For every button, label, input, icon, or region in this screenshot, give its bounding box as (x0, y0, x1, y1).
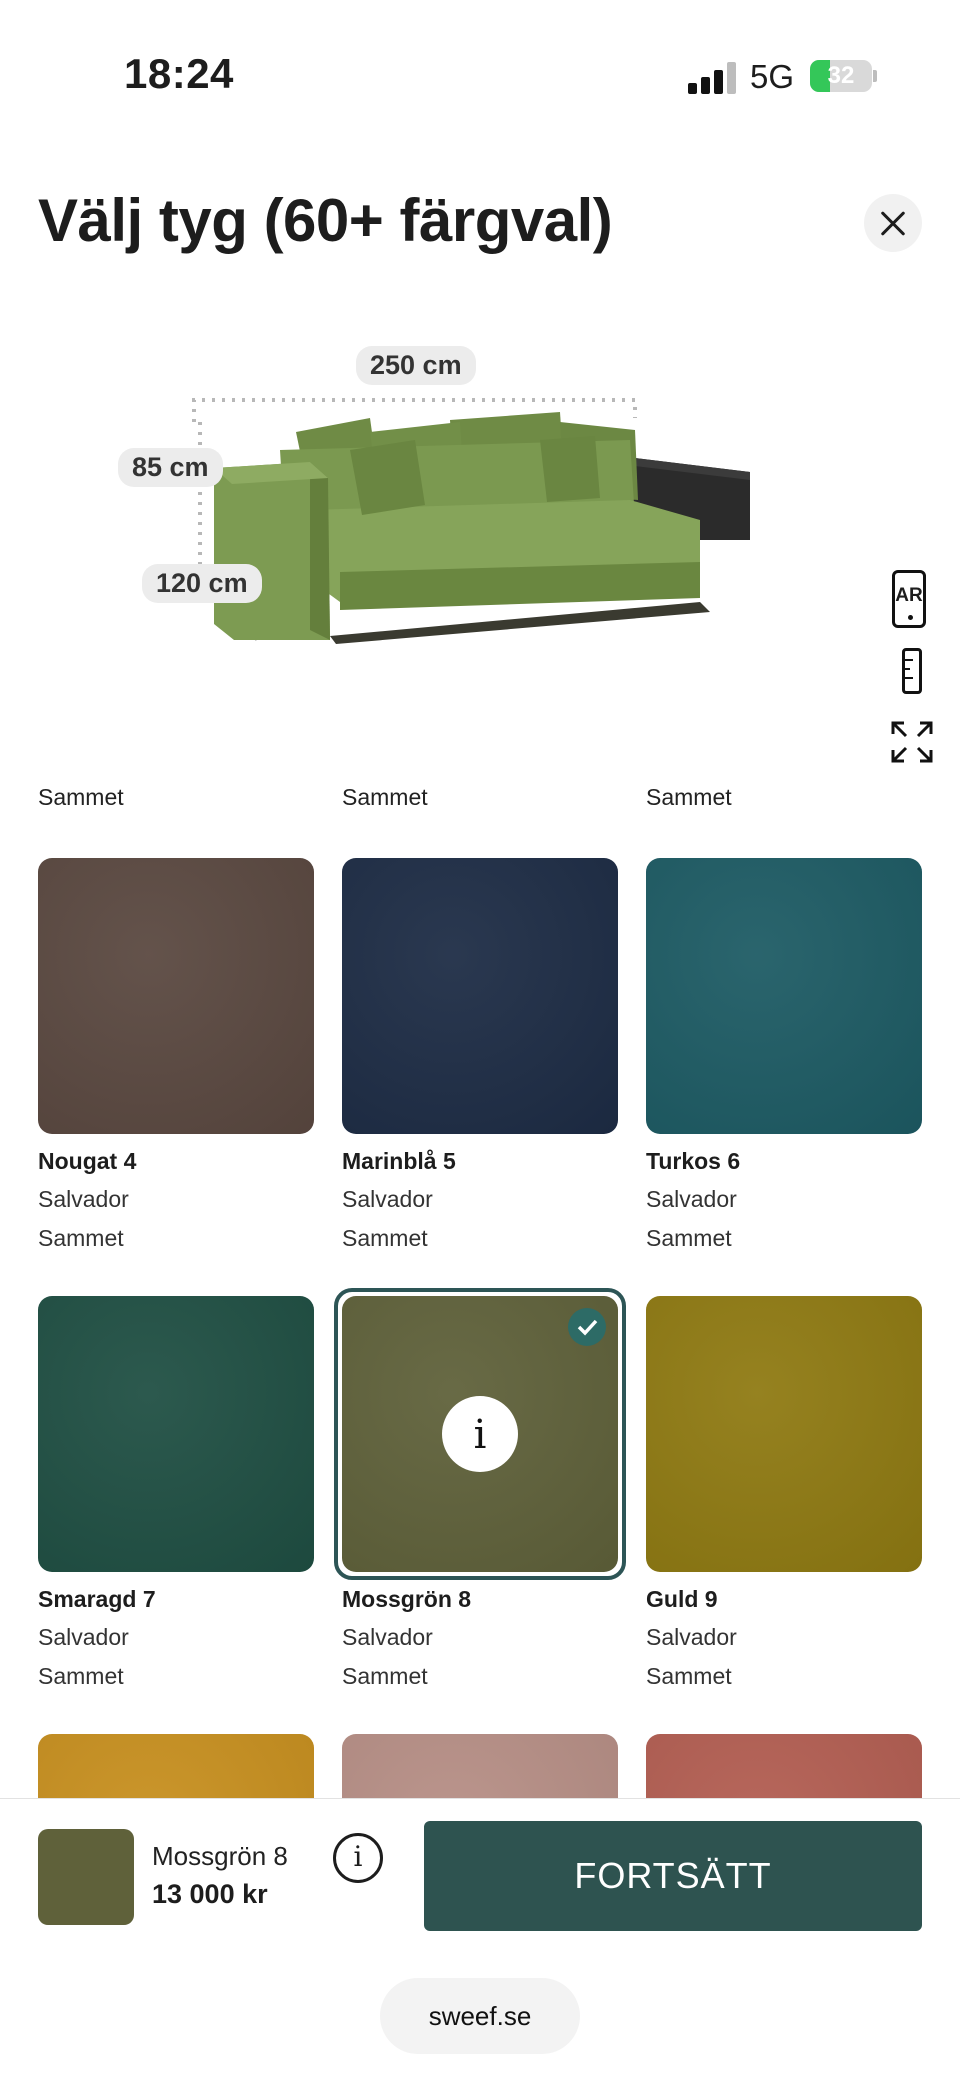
battery-cap (873, 70, 877, 82)
signal-icon (688, 62, 736, 94)
selected-fabric-thumbnail (38, 1829, 134, 1925)
fabric-swatch[interactable] (646, 1734, 922, 1798)
fabric-name: Marinblå 5 (342, 1148, 456, 1174)
fabric-type: Sammet (38, 1225, 124, 1251)
fabric-swatch[interactable] (38, 1734, 314, 1798)
previous-type-label: Sammet (342, 784, 428, 810)
ar-icon[interactable]: AR (892, 570, 926, 628)
network-type: 5G (750, 58, 795, 95)
fabric-collection: Salvador (646, 1624, 737, 1650)
fabric-swatch[interactable] (342, 858, 618, 1134)
fabric-swatch[interactable] (646, 858, 922, 1134)
fabric-type: Sammet (342, 1225, 428, 1251)
selected-fabric-name: Mossgrön 8 (152, 1841, 288, 1871)
expand-icon[interactable] (890, 720, 934, 764)
info-button[interactable]: i (333, 1833, 383, 1883)
fabric-swatch[interactable] (342, 1734, 618, 1798)
selection-bar: Mossgrön 8 13 000 kr i FORTSÄTT (0, 1798, 960, 1958)
fabric-card[interactable] (646, 1734, 922, 1798)
fabric-type: Sammet (342, 1663, 428, 1689)
fabric-name: Nougat 4 (38, 1148, 137, 1174)
status-bar: 18:24 5G 32 (0, 0, 960, 150)
fabric-swatch[interactable] (38, 1296, 314, 1572)
fabric-card[interactable]: Marinblå 5 Salvador Sammet (342, 858, 618, 1268)
close-button[interactable] (864, 194, 922, 252)
fabric-type: Sammet (646, 1225, 732, 1251)
fabric-type: Sammet (646, 1663, 732, 1689)
depth-dimension-label: 120 cm (142, 564, 262, 603)
fabric-collection: Salvador (342, 1624, 433, 1650)
info-icon: i (353, 1840, 363, 1873)
fabric-card[interactable]: Turkos 6 Salvador Sammet (646, 858, 922, 1268)
fabric-card[interactable] (342, 1734, 618, 1798)
fabric-name: Mossgrön 8 (342, 1586, 472, 1612)
fabric-card[interactable]: i Mossgrön 8 Salvador Sammet (334, 1288, 626, 1706)
fabric-type: Sammet (38, 1663, 124, 1689)
continue-button[interactable]: FORTSÄTT (424, 1821, 922, 1931)
fabric-card[interactable] (38, 1734, 314, 1798)
fabric-card[interactable]: Guld 9 Salvador Sammet (646, 1296, 922, 1706)
selected-outline (334, 1288, 626, 1580)
width-dimension-label: 250 cm (356, 346, 476, 385)
sofa-image (192, 398, 750, 644)
fabric-collection: Salvador (646, 1186, 737, 1212)
sofa-preview[interactable]: 250 cm 85 cm 120 cm AR (0, 300, 960, 770)
page-title: Välj tyg (60+ färgval) (38, 187, 613, 254)
fabric-name: Turkos 6 (646, 1148, 741, 1174)
fabric-collection: Salvador (342, 1186, 433, 1212)
fabric-name: Smaragd 7 (38, 1586, 156, 1612)
status-time: 18:24 (124, 50, 234, 97)
browser-url-bar[interactable]: sweef.se (380, 1978, 580, 2054)
fabric-collection: Salvador (38, 1624, 129, 1650)
selected-fabric-price: 13 000 kr (152, 1879, 268, 1909)
fabric-collection: Salvador (38, 1186, 129, 1212)
previous-type-label: Sammet (646, 784, 732, 810)
battery-percent: 32 (827, 62, 855, 89)
ruler-icon[interactable] (902, 648, 922, 694)
fabric-card[interactable]: Nougat 4 Salvador Sammet (38, 858, 314, 1268)
fabric-name: Guld 9 (646, 1586, 718, 1612)
fabric-swatch[interactable] (38, 858, 314, 1134)
ar-icon-text: AR (895, 585, 923, 606)
previous-type-label: Sammet (38, 784, 124, 810)
battery-icon: 32 (810, 60, 872, 92)
height-dimension-label: 85 cm (118, 448, 223, 487)
fabric-card[interactable]: Smaragd 7 Salvador Sammet (38, 1296, 314, 1706)
fabric-swatch[interactable] (646, 1296, 922, 1572)
